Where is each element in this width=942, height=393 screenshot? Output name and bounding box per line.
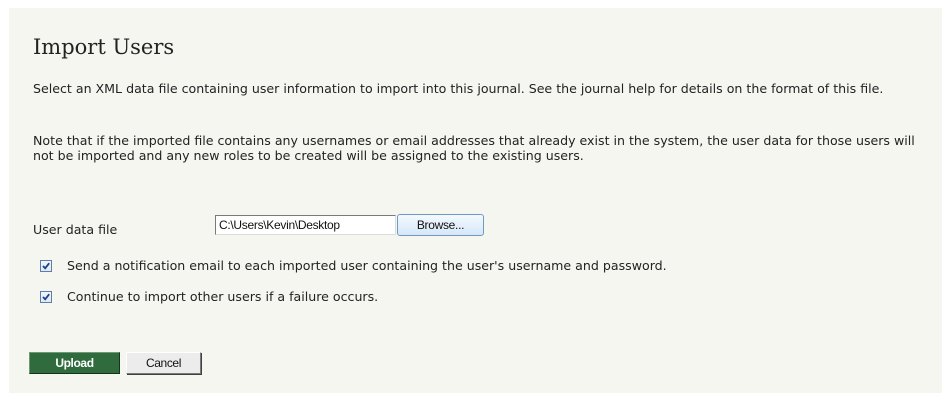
browse-button[interactable]: Browse... xyxy=(397,214,484,236)
intro-text: Select an XML data file containing user … xyxy=(33,81,884,96)
continue-on-failure-checkbox[interactable] xyxy=(40,291,52,303)
user-data-file-label: User data file xyxy=(33,222,118,237)
cancel-button[interactable]: Cancel xyxy=(126,352,201,374)
import-users-panel: Import Users Select an XML data file con… xyxy=(9,8,942,393)
send-notification-checkbox[interactable] xyxy=(40,260,52,272)
page-title: Import Users xyxy=(33,35,175,59)
upload-button[interactable]: Upload xyxy=(29,352,120,374)
continue-on-failure-label: Continue to import other users if a fail… xyxy=(67,289,379,304)
user-data-file-input[interactable]: C:\Users\Kevin\Desktop xyxy=(215,215,396,235)
note-text: Note that if the imported file contains … xyxy=(33,133,915,163)
checkmark-icon xyxy=(42,293,50,301)
checkmark-icon xyxy=(42,262,50,270)
send-notification-label: Send a notification email to each import… xyxy=(67,258,667,273)
